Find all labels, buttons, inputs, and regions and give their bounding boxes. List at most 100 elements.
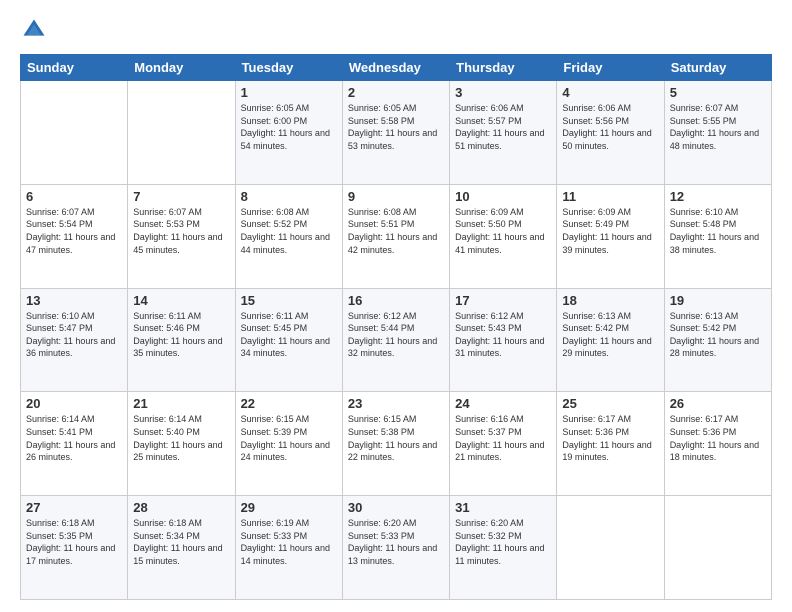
day-cell	[664, 496, 771, 600]
day-number: 26	[670, 396, 766, 411]
day-cell: 8 Sunrise: 6:08 AM Sunset: 5:52 PM Daylig…	[235, 184, 342, 288]
day-info: Sunrise: 6:13 AM Sunset: 5:42 PM Dayligh…	[670, 310, 766, 360]
day-number: 17	[455, 293, 551, 308]
day-number: 28	[133, 500, 229, 515]
week-row-4: 20 Sunrise: 6:14 AM Sunset: 5:41 PM Dayli…	[21, 392, 772, 496]
day-cell: 21 Sunrise: 6:14 AM Sunset: 5:40 PM Dayli…	[128, 392, 235, 496]
day-info: Sunrise: 6:19 AM Sunset: 5:33 PM Dayligh…	[241, 517, 337, 567]
day-number: 2	[348, 85, 444, 100]
week-row-3: 13 Sunrise: 6:10 AM Sunset: 5:47 PM Dayli…	[21, 288, 772, 392]
day-info: Sunrise: 6:09 AM Sunset: 5:50 PM Dayligh…	[455, 206, 551, 256]
weekday-tuesday: Tuesday	[235, 55, 342, 81]
day-cell: 10Sunrise: 6:09 AM Sunset: 5:50 PM Dayli…	[450, 184, 557, 288]
day-info: Sunrise: 6:05 AM Sunset: 6:00 PM Dayligh…	[241, 102, 337, 152]
day-cell: 27Sunrise: 6:18 AM Sunset: 5:35 PM Dayli…	[21, 496, 128, 600]
logo-icon	[20, 16, 48, 44]
day-number: 18	[562, 293, 658, 308]
day-info: Sunrise: 6:15 AM Sunset: 5:38 PM Dayligh…	[348, 413, 444, 463]
day-cell: 15 Sunrise: 6:11 AM Sunset: 5:45 PM Dayli…	[235, 288, 342, 392]
day-cell	[557, 496, 664, 600]
day-cell: 23 Sunrise: 6:15 AM Sunset: 5:38 PM Dayli…	[342, 392, 449, 496]
day-cell: 30 Sunrise: 6:20 AM Sunset: 5:33 PM Dayli…	[342, 496, 449, 600]
day-info: Sunrise: 6:11 AM Sunset: 5:45 PM Dayligh…	[241, 310, 337, 360]
day-info: Sunrise: 6:14 AM Sunset: 5:41 PM Dayligh…	[26, 413, 122, 463]
day-info: Sunrise: 6:06 AM Sunset: 5:57 PM Dayligh…	[455, 102, 551, 152]
weekday-friday: Friday	[557, 55, 664, 81]
day-info: Sunrise: 6:16 AM Sunset: 5:37 PM Dayligh…	[455, 413, 551, 463]
logo	[20, 16, 52, 44]
day-info: Sunrise: 6:08 AM Sunset: 5:51 PM Dayligh…	[348, 206, 444, 256]
day-info: Sunrise: 6:06 AM Sunset: 5:56 PM Dayligh…	[562, 102, 658, 152]
day-number: 5	[670, 85, 766, 100]
day-cell: 20 Sunrise: 6:14 AM Sunset: 5:41 PM Dayli…	[21, 392, 128, 496]
day-cell: 22 Sunrise: 6:15 AM Sunset: 5:39 PM Dayli…	[235, 392, 342, 496]
day-info: Sunrise: 6:15 AM Sunset: 5:39 PM Dayligh…	[241, 413, 337, 463]
day-cell	[128, 81, 235, 185]
day-number: 24	[455, 396, 551, 411]
day-number: 15	[241, 293, 337, 308]
day-cell: 28 Sunrise: 6:18 AM Sunset: 5:34 PM Dayli…	[128, 496, 235, 600]
weekday-header-row: SundayMondayTuesdayWednesdayThursdayFrid…	[21, 55, 772, 81]
day-info: Sunrise: 6:05 AM Sunset: 5:58 PM Dayligh…	[348, 102, 444, 152]
day-number: 12	[670, 189, 766, 204]
weekday-wednesday: Wednesday	[342, 55, 449, 81]
day-cell: 1 Sunrise: 6:05 AM Sunset: 6:00 PM Daylig…	[235, 81, 342, 185]
day-number: 9	[348, 189, 444, 204]
header	[20, 16, 772, 44]
day-info: Sunrise: 6:12 AM Sunset: 5:43 PM Dayligh…	[455, 310, 551, 360]
day-number: 25	[562, 396, 658, 411]
day-cell: 16Sunrise: 6:12 AM Sunset: 5:44 PM Dayli…	[342, 288, 449, 392]
day-cell: 17 Sunrise: 6:12 AM Sunset: 5:43 PM Dayli…	[450, 288, 557, 392]
day-info: Sunrise: 6:10 AM Sunset: 5:48 PM Dayligh…	[670, 206, 766, 256]
day-cell: 26Sunrise: 6:17 AM Sunset: 5:36 PM Dayli…	[664, 392, 771, 496]
day-number: 8	[241, 189, 337, 204]
day-cell: 13 Sunrise: 6:10 AM Sunset: 5:47 PM Dayli…	[21, 288, 128, 392]
day-cell: 25 Sunrise: 6:17 AM Sunset: 5:36 PM Dayli…	[557, 392, 664, 496]
day-number: 13	[26, 293, 122, 308]
day-cell: 24 Sunrise: 6:16 AM Sunset: 5:37 PM Dayli…	[450, 392, 557, 496]
day-cell: 9 Sunrise: 6:08 AM Sunset: 5:51 PM Daylig…	[342, 184, 449, 288]
week-row-1: 1 Sunrise: 6:05 AM Sunset: 6:00 PM Daylig…	[21, 81, 772, 185]
day-info: Sunrise: 6:09 AM Sunset: 5:49 PM Dayligh…	[562, 206, 658, 256]
day-number: 31	[455, 500, 551, 515]
day-number: 11	[562, 189, 658, 204]
day-number: 21	[133, 396, 229, 411]
day-cell: 31 Sunrise: 6:20 AM Sunset: 5:32 PM Dayli…	[450, 496, 557, 600]
day-cell: 11 Sunrise: 6:09 AM Sunset: 5:49 PM Dayli…	[557, 184, 664, 288]
day-number: 1	[241, 85, 337, 100]
day-cell: 14 Sunrise: 6:11 AM Sunset: 5:46 PM Dayli…	[128, 288, 235, 392]
day-number: 14	[133, 293, 229, 308]
weekday-sunday: Sunday	[21, 55, 128, 81]
day-number: 22	[241, 396, 337, 411]
day-cell: 6 Sunrise: 6:07 AM Sunset: 5:54 PM Daylig…	[21, 184, 128, 288]
week-row-5: 27Sunrise: 6:18 AM Sunset: 5:35 PM Dayli…	[21, 496, 772, 600]
day-info: Sunrise: 6:10 AM Sunset: 5:47 PM Dayligh…	[26, 310, 122, 360]
day-info: Sunrise: 6:14 AM Sunset: 5:40 PM Dayligh…	[133, 413, 229, 463]
day-cell: 4 Sunrise: 6:06 AM Sunset: 5:56 PM Daylig…	[557, 81, 664, 185]
day-info: Sunrise: 6:11 AM Sunset: 5:46 PM Dayligh…	[133, 310, 229, 360]
day-info: Sunrise: 6:18 AM Sunset: 5:34 PM Dayligh…	[133, 517, 229, 567]
day-info: Sunrise: 6:20 AM Sunset: 5:33 PM Dayligh…	[348, 517, 444, 567]
day-info: Sunrise: 6:12 AM Sunset: 5:44 PM Dayligh…	[348, 310, 444, 360]
day-info: Sunrise: 6:07 AM Sunset: 5:55 PM Dayligh…	[670, 102, 766, 152]
weekday-saturday: Saturday	[664, 55, 771, 81]
day-info: Sunrise: 6:20 AM Sunset: 5:32 PM Dayligh…	[455, 517, 551, 567]
day-cell: 7Sunrise: 6:07 AM Sunset: 5:53 PM Daylig…	[128, 184, 235, 288]
day-number: 4	[562, 85, 658, 100]
day-info: Sunrise: 6:08 AM Sunset: 5:52 PM Dayligh…	[241, 206, 337, 256]
calendar: SundayMondayTuesdayWednesdayThursdayFrid…	[20, 54, 772, 600]
day-cell: 29Sunrise: 6:19 AM Sunset: 5:33 PM Dayli…	[235, 496, 342, 600]
day-number: 19	[670, 293, 766, 308]
day-info: Sunrise: 6:13 AM Sunset: 5:42 PM Dayligh…	[562, 310, 658, 360]
day-number: 20	[26, 396, 122, 411]
day-info: Sunrise: 6:18 AM Sunset: 5:35 PM Dayligh…	[26, 517, 122, 567]
day-cell: 19 Sunrise: 6:13 AM Sunset: 5:42 PM Dayli…	[664, 288, 771, 392]
weekday-monday: Monday	[128, 55, 235, 81]
weekday-thursday: Thursday	[450, 55, 557, 81]
day-number: 30	[348, 500, 444, 515]
day-number: 23	[348, 396, 444, 411]
day-info: Sunrise: 6:17 AM Sunset: 5:36 PM Dayligh…	[562, 413, 658, 463]
day-number: 6	[26, 189, 122, 204]
day-cell: 12 Sunrise: 6:10 AM Sunset: 5:48 PM Dayli…	[664, 184, 771, 288]
day-info: Sunrise: 6:07 AM Sunset: 5:54 PM Dayligh…	[26, 206, 122, 256]
